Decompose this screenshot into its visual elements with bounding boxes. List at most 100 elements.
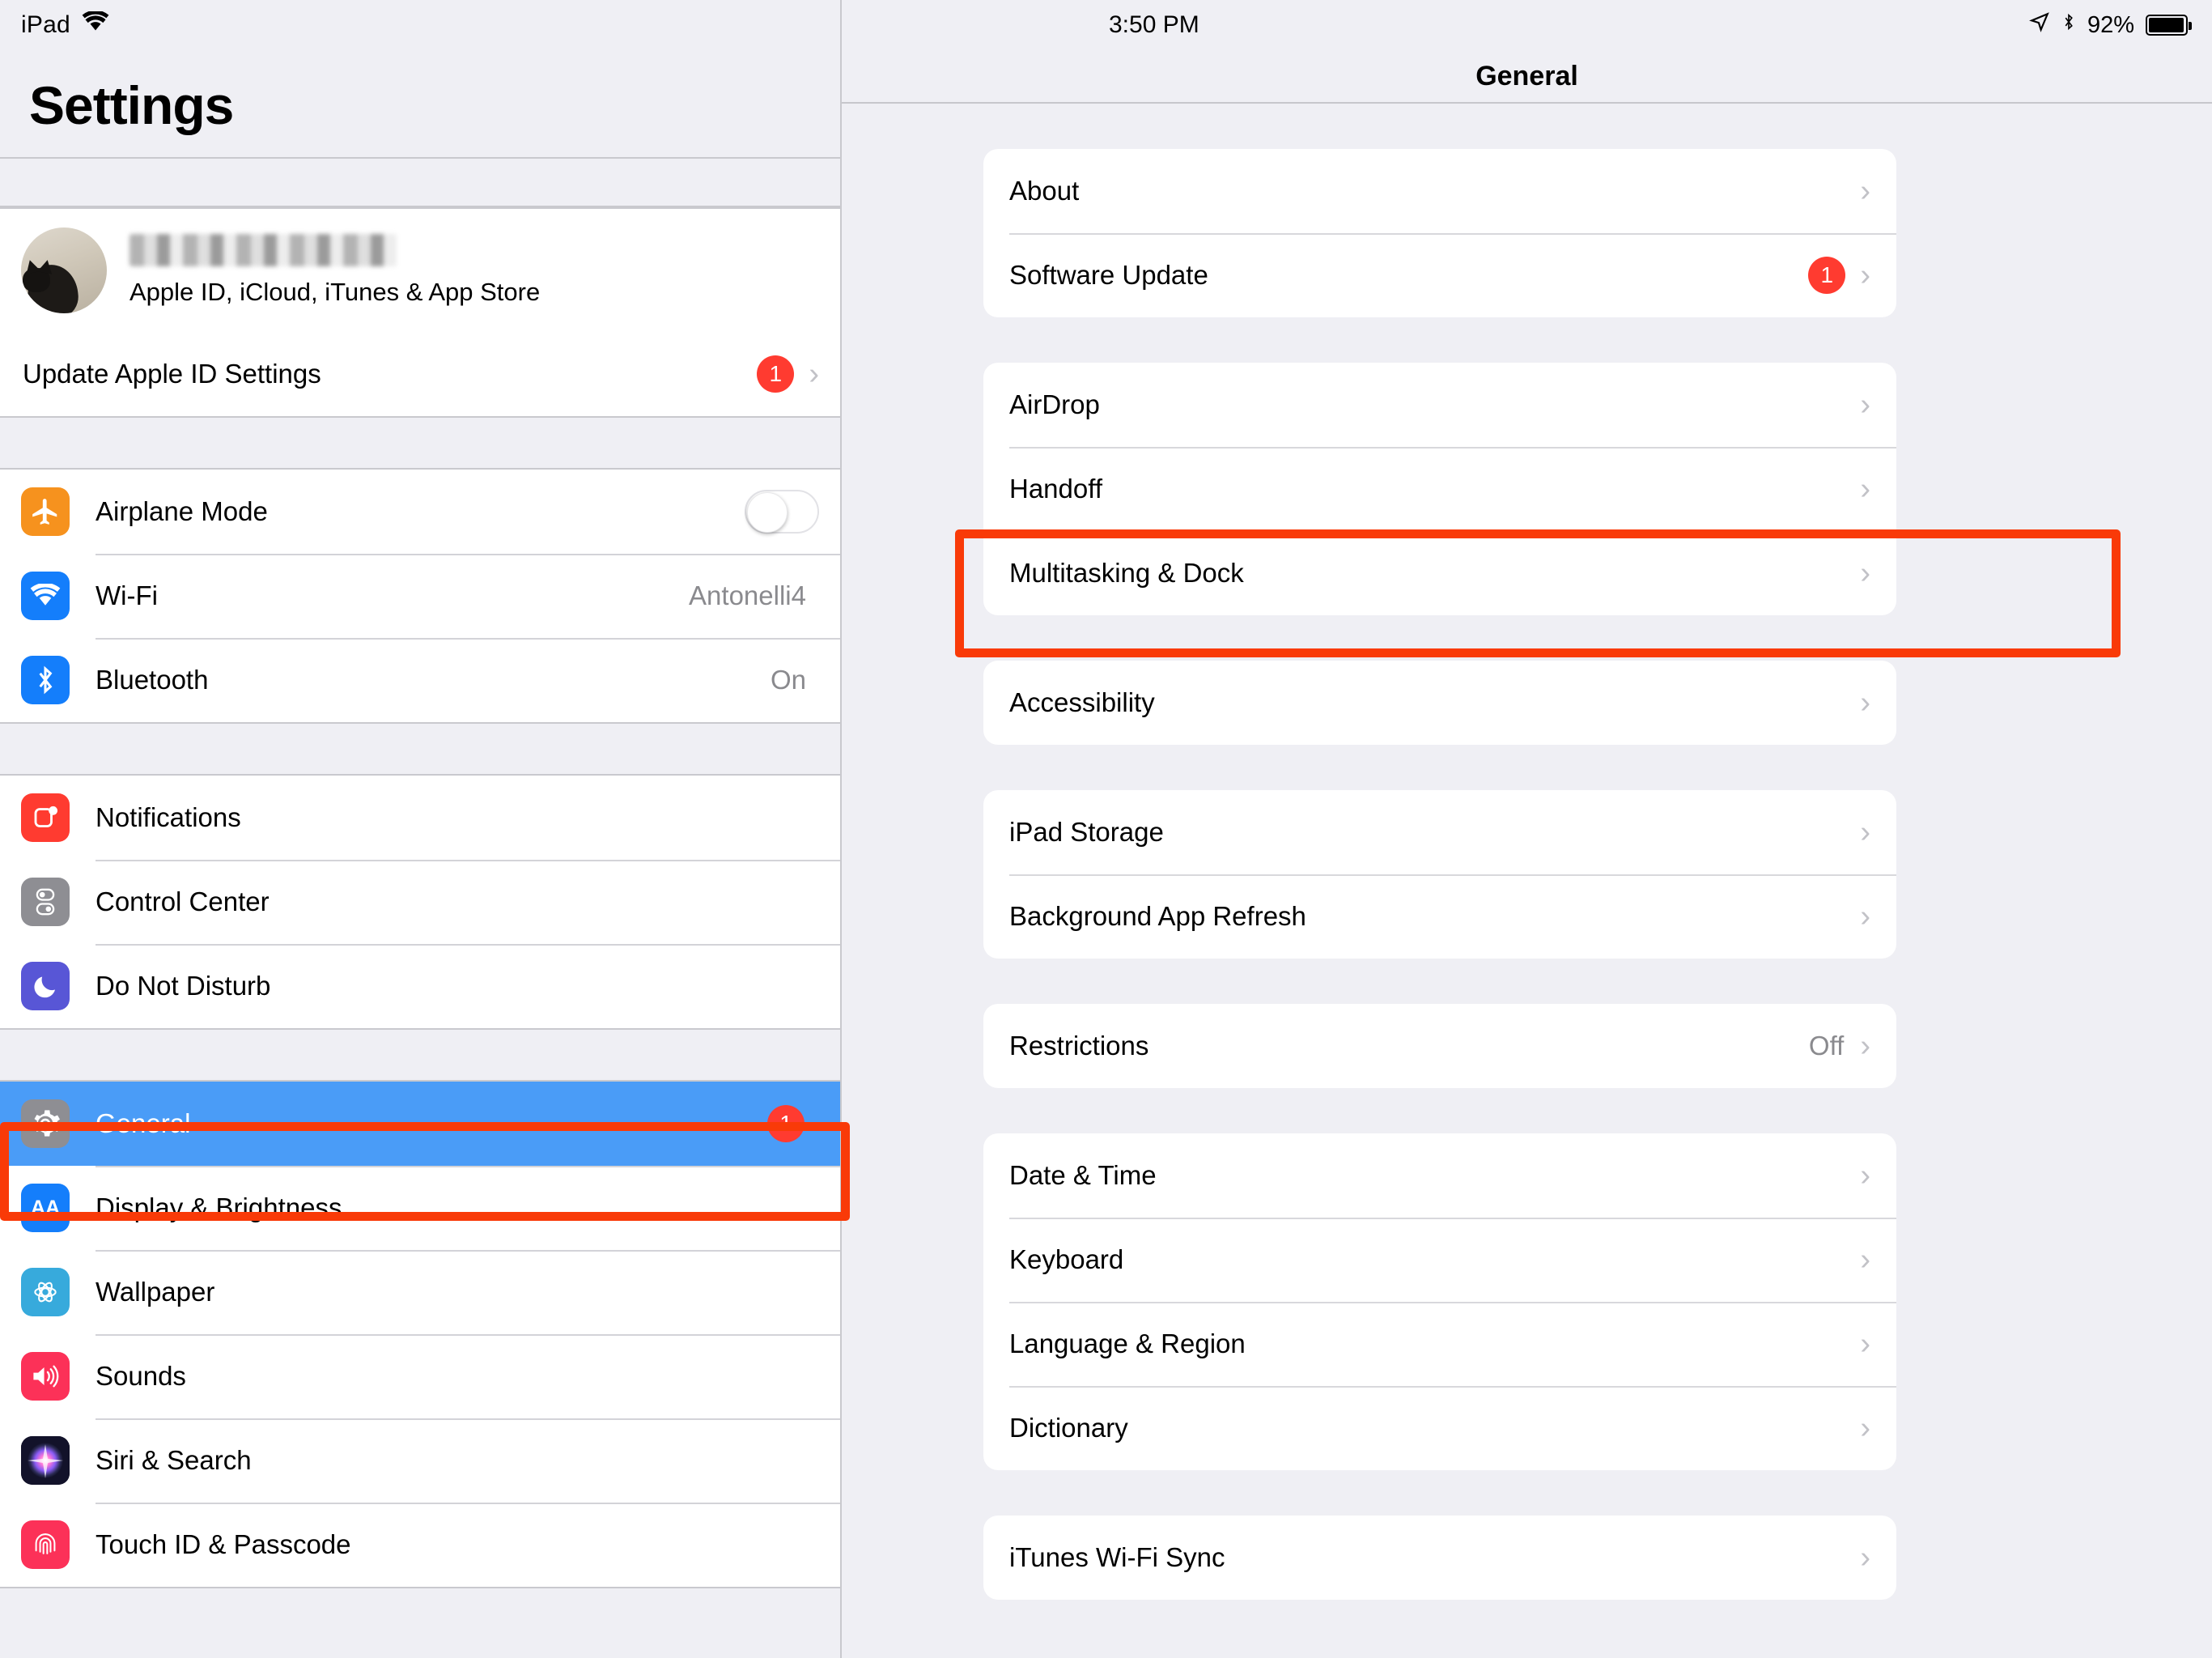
chevron-right-icon: ›: [1860, 814, 1870, 849]
row-keyboard[interactable]: Keyboard ›: [983, 1218, 1896, 1302]
row-multitasking-and-dock[interactable]: Multitasking & Dock ›: [983, 531, 1896, 615]
row-itunes-wifi-sync[interactable]: iTunes Wi-Fi Sync ›: [983, 1516, 1896, 1600]
status-bar-right: 3:50 PM 92%: [842, 0, 2212, 50]
card-datetime-group: Date & Time › Keyboard › Language & Regi…: [983, 1133, 1896, 1470]
bluetooth-icon: [2061, 11, 2076, 40]
chevron-right-icon: ›: [809, 356, 819, 391]
general-detail-pane: 3:50 PM 92% General About › Software Upd…: [842, 0, 2212, 1658]
card-airdrop-group: AirDrop › Handoff › Multitasking & Dock …: [983, 363, 1896, 615]
sidebar-item-label: Bluetooth: [96, 665, 209, 695]
account-text: Apple ID, iCloud, iTunes & App Store: [129, 234, 540, 307]
row-label: iTunes Wi-Fi Sync: [1009, 1542, 1225, 1572]
control-center-icon: [21, 878, 70, 926]
nav-bar: General: [842, 50, 2212, 104]
bluetooth-state-value: On: [770, 665, 806, 695]
status-right-icons: 92%: [2029, 11, 2192, 40]
fingerprint-icon: [21, 1520, 70, 1569]
chevron-right-icon: ›: [1860, 1540, 1870, 1575]
sidebar-item-label: Airplane Mode: [96, 496, 268, 526]
sidebar-item-bluetooth[interactable]: Bluetooth On: [0, 638, 840, 722]
sidebar-item-label: Control Center: [96, 886, 270, 916]
row-handoff[interactable]: Handoff ›: [983, 447, 1896, 531]
sidebar-item-do-not-disturb[interactable]: Do Not Disturb: [0, 944, 840, 1028]
account-name-blurred: [129, 234, 397, 266]
row-language-and-region[interactable]: Language & Region ›: [983, 1302, 1896, 1386]
page-title: Settings: [29, 75, 234, 135]
sidebar-item-airplane-mode[interactable]: Airplane Mode: [0, 470, 840, 554]
chevron-right-icon: ›: [1860, 1326, 1870, 1361]
wifi-icon: [21, 572, 70, 620]
card-accessibility-group: Accessibility ›: [983, 661, 1896, 745]
sidebar-item-general[interactable]: General 1: [0, 1082, 840, 1166]
sidebar-item-label: Siri & Search: [96, 1445, 252, 1475]
device-label: iPad: [21, 11, 70, 38]
row-label: Multitasking & Dock: [1009, 558, 1244, 588]
sidebar-item-siri-search[interactable]: Siri & Search: [0, 1418, 840, 1503]
status-badge: 1: [1808, 257, 1846, 294]
chevron-right-icon: ›: [1860, 899, 1870, 933]
location-arrow-icon: [2029, 11, 2050, 39]
sidebar-item-notifications[interactable]: Notifications: [0, 776, 840, 860]
chevron-right-icon: ›: [1860, 685, 1870, 720]
bluetooth-icon: [21, 656, 70, 704]
row-software-update[interactable]: Software Update 1 ›: [983, 233, 1896, 317]
row-label: Date & Time: [1009, 1160, 1157, 1190]
sidebar-item-label: Display & Brightness: [96, 1192, 342, 1222]
sidebar-spacer-4: [0, 1030, 840, 1080]
system-group: Notifications Control Center Do Not Dist…: [0, 774, 840, 1030]
row-label: Accessibility: [1009, 687, 1155, 717]
wallpaper-icon: [21, 1268, 70, 1316]
card-itunes-sync-group: iTunes Wi-Fi Sync ›: [983, 1516, 1896, 1600]
apple-id-account-row[interactable]: Apple ID, iCloud, iTunes & App Store: [0, 209, 840, 332]
sidebar-item-control-center[interactable]: Control Center: [0, 860, 840, 944]
account-subtitle: Apple ID, iCloud, iTunes & App Store: [129, 278, 541, 306]
card-restrictions-group: Restrictions Off ›: [983, 1004, 1896, 1088]
row-restrictions[interactable]: Restrictions Off ›: [983, 1004, 1896, 1088]
airplane-mode-toggle[interactable]: [745, 490, 819, 534]
wifi-network-value: Antonelli4: [689, 580, 806, 610]
settings-sidebar: iPad Settings Apple ID, iCloud, iTunes &…: [0, 0, 850, 1658]
row-label: Dictionary: [1009, 1413, 1128, 1443]
sidebar-item-display-brightness[interactable]: AA Display & Brightness: [0, 1166, 840, 1250]
row-background-app-refresh[interactable]: Background App Refresh ›: [983, 874, 1896, 959]
status-time: 3:50 PM: [1109, 11, 1199, 38]
sidebar-item-update-apple-id[interactable]: Update Apple ID Settings 1 ›: [0, 332, 840, 416]
row-dictionary[interactable]: Dictionary ›: [983, 1386, 1896, 1470]
row-about[interactable]: About ›: [983, 149, 1896, 233]
row-label: Language & Region: [1009, 1329, 1246, 1358]
row-label: About: [1009, 176, 1080, 206]
row-accessibility[interactable]: Accessibility ›: [983, 661, 1896, 745]
sidebar-item-wallpaper[interactable]: Wallpaper: [0, 1250, 840, 1334]
gear-icon: [21, 1099, 70, 1148]
moon-icon: [21, 962, 70, 1010]
settings-title-wrap: Settings: [0, 50, 840, 157]
sidebar-spacer-1: [0, 157, 840, 207]
speaker-icon: [21, 1352, 70, 1401]
chevron-right-icon: ›: [1860, 387, 1870, 422]
avatar: [21, 227, 107, 313]
chevron-right-icon: ›: [1860, 555, 1870, 590]
settings-content: About › Software Update 1 › AirDrop › Ha…: [842, 104, 2212, 1656]
status-bar-left: iPad: [0, 0, 840, 50]
siri-icon: [21, 1436, 70, 1485]
card-about-group: About › Software Update 1 ›: [983, 149, 1896, 317]
sidebar-item-touch-id-passcode[interactable]: Touch ID & Passcode: [0, 1503, 840, 1587]
row-date-and-time[interactable]: Date & Time ›: [983, 1133, 1896, 1218]
sidebar-item-sounds[interactable]: Sounds: [0, 1334, 840, 1418]
nav-title: General: [1475, 60, 1578, 91]
row-label: Software Update: [1009, 260, 1208, 290]
sidebar-item-label: Notifications: [96, 802, 241, 832]
airplane-icon: [21, 487, 70, 536]
chevron-right-icon: ›: [1860, 257, 1870, 292]
chevron-right-icon: ›: [1860, 1158, 1870, 1192]
row-label: iPad Storage: [1009, 817, 1164, 847]
sidebar-item-label: Do Not Disturb: [96, 971, 271, 1001]
sidebar-item-wifi[interactable]: Wi-Fi Antonelli4: [0, 554, 840, 638]
row-airdrop[interactable]: AirDrop ›: [983, 363, 1896, 447]
status-badge: 1: [757, 355, 795, 393]
sidebar-spacer-3: [0, 724, 840, 774]
row-ipad-storage[interactable]: iPad Storage ›: [983, 790, 1896, 874]
connectivity-group: Airplane Mode Wi-Fi Antonelli4 Bluetooth…: [0, 468, 840, 724]
chevron-right-icon: ›: [1860, 471, 1870, 506]
battery-percent: 92%: [2087, 11, 2134, 38]
